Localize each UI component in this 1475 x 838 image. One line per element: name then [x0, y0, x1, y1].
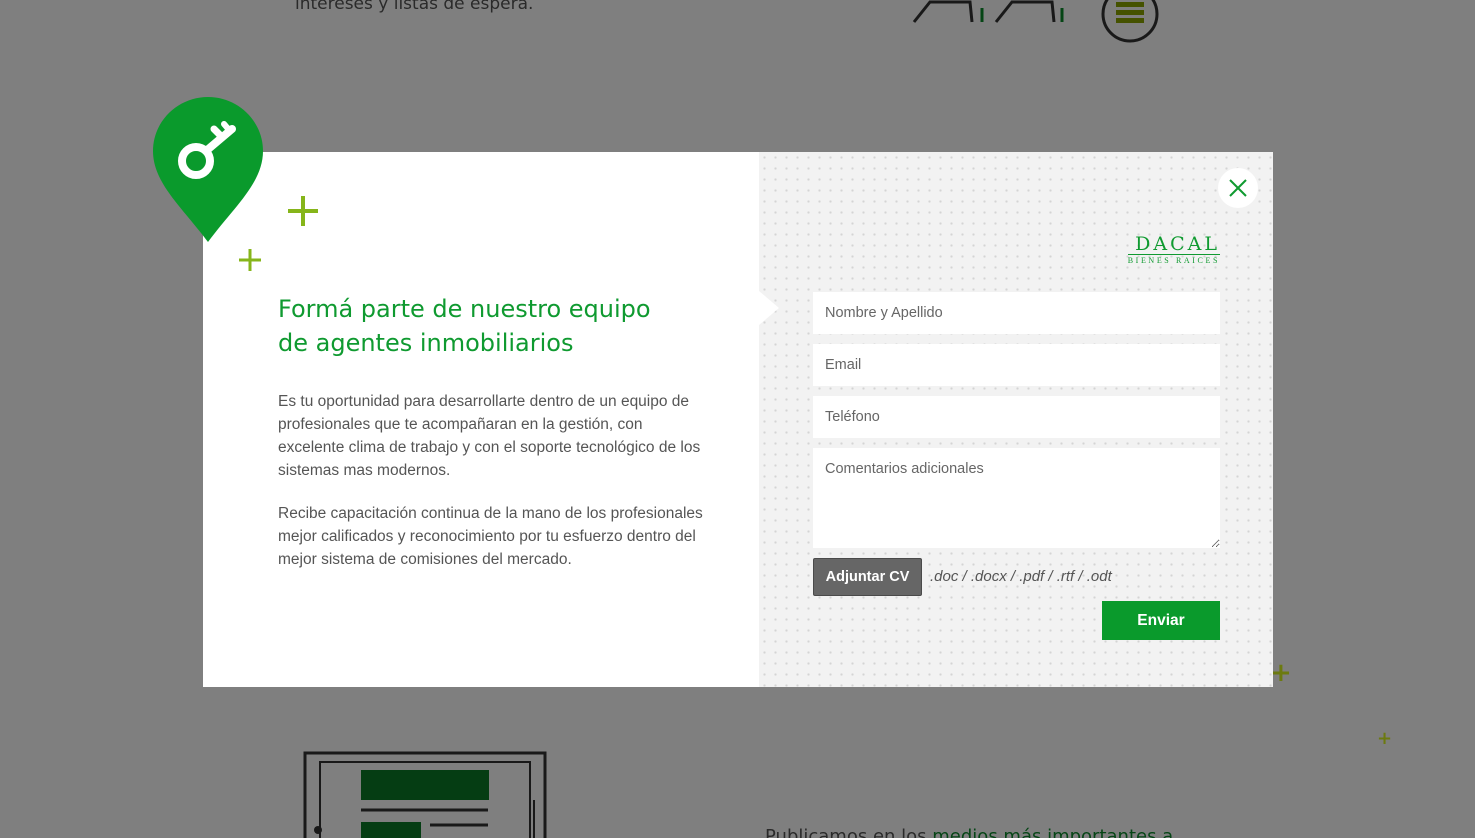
location-key-icon: [153, 97, 263, 242]
title-line-1: Formá parte de nuestro equipo: [278, 295, 651, 323]
plus-decoration: [239, 249, 261, 271]
name-field[interactable]: [813, 292, 1220, 334]
close-icon: [1229, 179, 1247, 197]
phone-field[interactable]: [813, 396, 1220, 438]
plus-decoration: +: [1270, 658, 1292, 688]
logo-sub-text: BIENES RAICES: [1127, 254, 1220, 265]
title-line-2: de agentes inmobiliarios: [278, 329, 574, 357]
close-button[interactable]: [1218, 168, 1258, 208]
panel-notch: [759, 291, 779, 325]
comments-field[interactable]: [813, 448, 1220, 548]
attach-cv-button[interactable]: Adjuntar CV: [813, 558, 922, 596]
attach-formats-hint: .doc / .docx / .pdf / .rtf / .odt: [930, 568, 1112, 585]
training-paragraph: Recibe capacitación continua de la mano …: [278, 505, 703, 568]
email-field[interactable]: [813, 344, 1220, 386]
dacal-logo: DACAL BIENES RAICES: [1127, 233, 1220, 265]
modal-form-panel: DACAL BIENES RAICES Adjuntar CV .doc / .…: [759, 152, 1273, 687]
send-button[interactable]: Enviar: [1102, 601, 1220, 640]
logo-main-text: DACAL: [1135, 233, 1220, 255]
intro-paragraph: Es tu oportunidad para desarrollarte den…: [278, 393, 701, 479]
modal-title: Formá parte de nuestro equipo de agentes…: [278, 292, 698, 360]
join-team-modal: Formá parte de nuestro equipo de agentes…: [203, 152, 1273, 687]
plus-decoration: +: [1377, 728, 1393, 749]
modal-info-panel: Formá parte de nuestro equipo de agentes…: [203, 152, 779, 687]
plus-decoration: [288, 196, 318, 226]
